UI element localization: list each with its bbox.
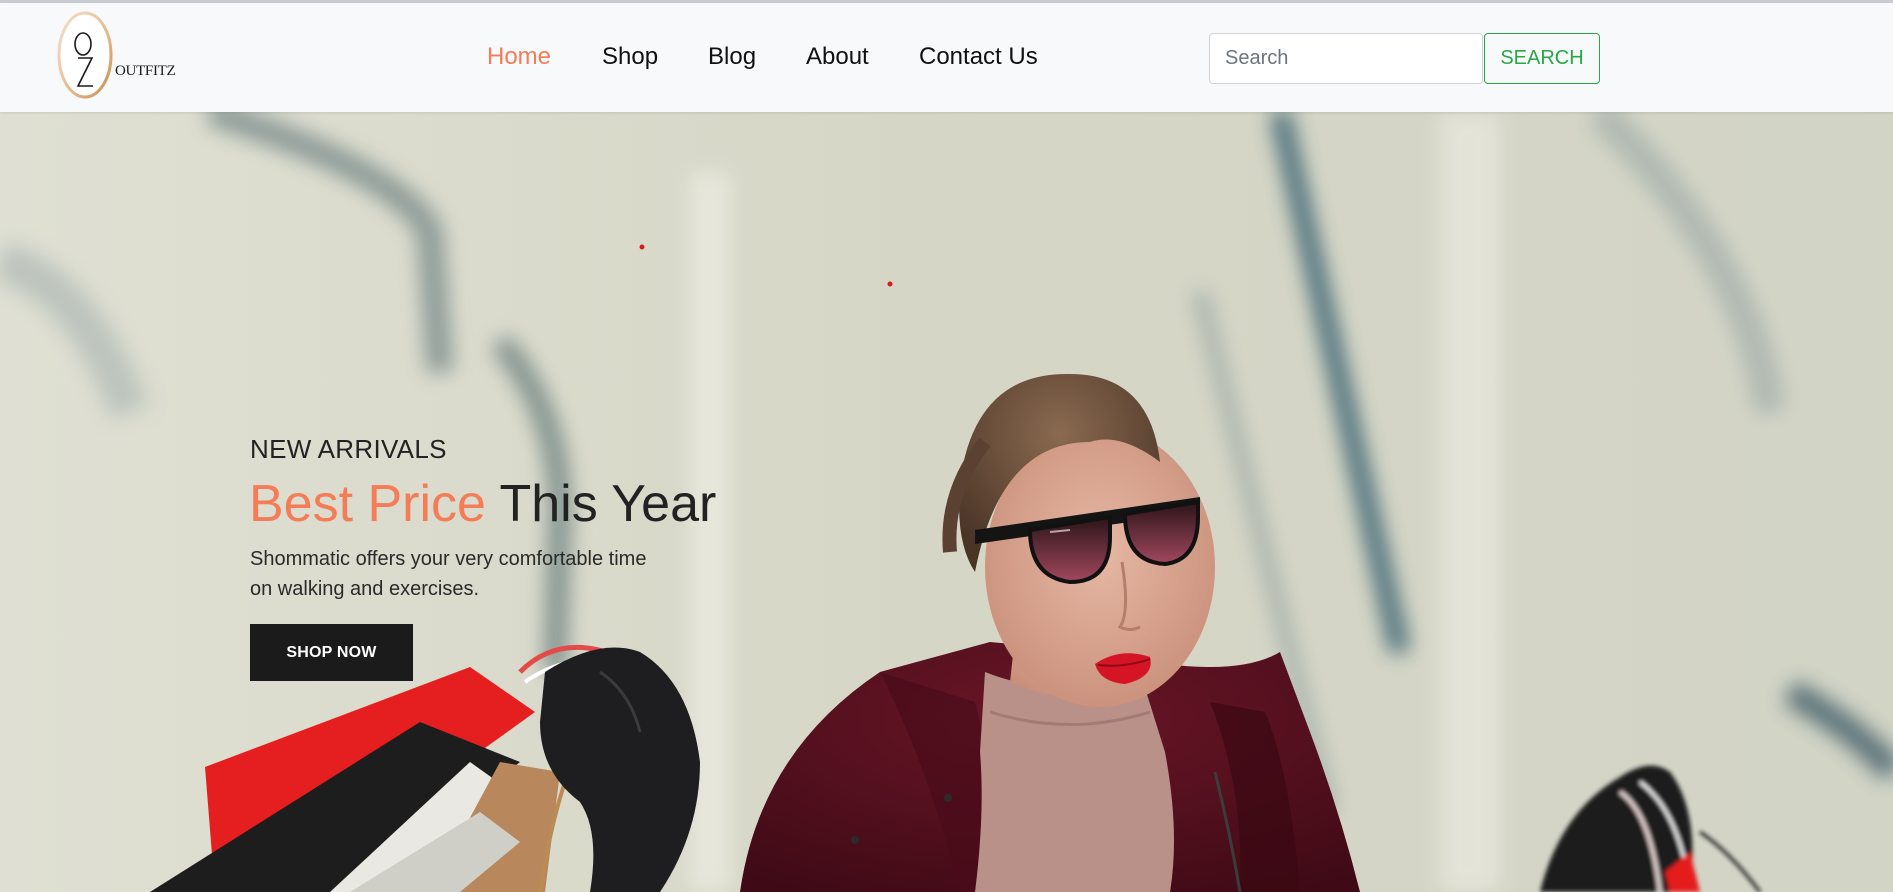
site-header: OUTFITZ Home Shop Blog About Contact Us … [0,3,1893,112]
nav-item-blog[interactable]: Blog [708,43,756,71]
nav-item-shop[interactable]: Shop [602,43,658,71]
nav-item-contact-us[interactable]: Contact Us [919,43,1038,71]
logo-wordmark: OUTFITZ [115,63,176,79]
logo-emblem-icon [57,11,113,99]
nav-item-home[interactable]: Home [487,43,551,71]
hero-eyebrow: NEW ARRIVALS [250,434,447,464]
nav-item-about[interactable]: About [806,43,869,71]
description-line-2: on walking and exercises. [250,578,480,600]
headline-accent: Best Price [249,475,486,533]
hero-banner: NEW ARRIVALS Best Price This Year Shomma… [0,112,1893,892]
search-input[interactable] [1209,33,1483,84]
description-line-1: Shommatic offers your very comfortable t… [250,548,647,570]
shop-now-button[interactable]: SHOP NOW [250,624,413,681]
search-button[interactable]: SEARCH [1484,33,1600,84]
headline-rest: This Year [499,475,717,533]
hero-headline: Best Price This Year [249,474,716,534]
hero-description: Shommatic offers your very comfortable t… [250,544,670,604]
brand-logo[interactable]: OUTFITZ [56,11,176,101]
